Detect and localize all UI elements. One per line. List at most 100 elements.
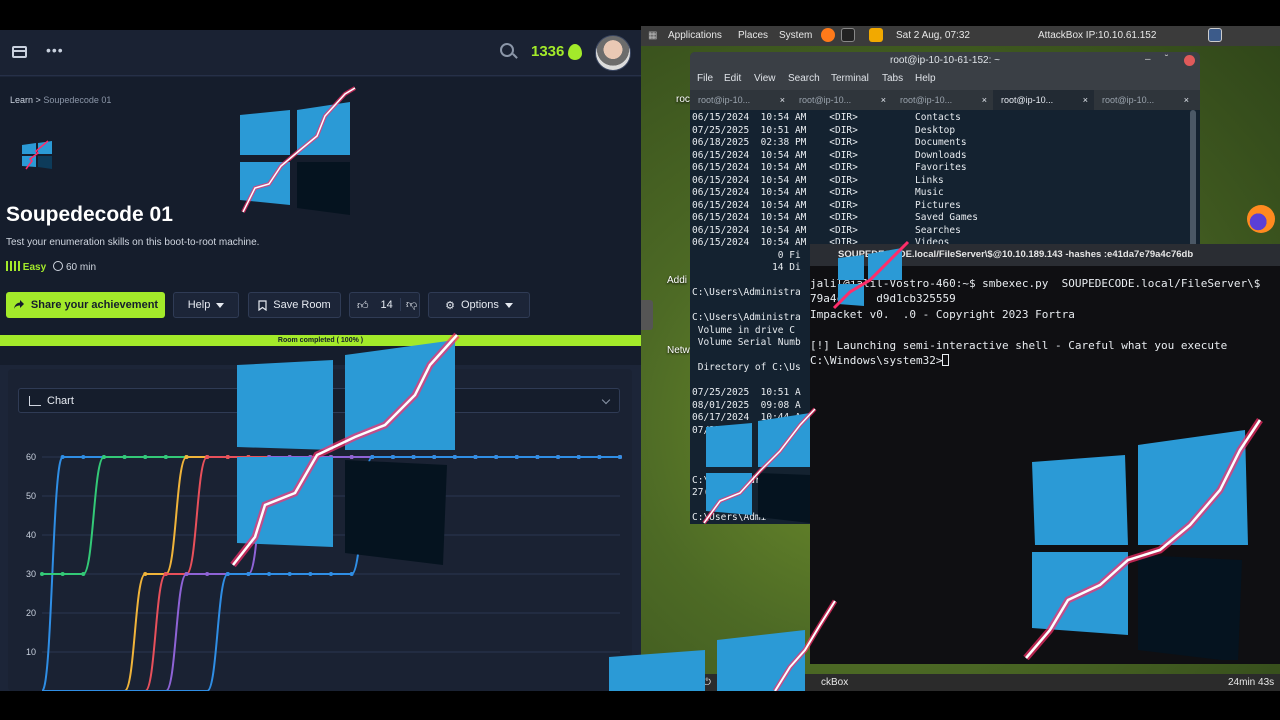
series-point [60,572,65,576]
panel-applications[interactable]: Applications [668,30,722,41]
terminal-tab[interactable]: root@ip-10... × [690,90,791,110]
help-label: Help [187,299,211,311]
series-point [81,455,86,459]
second-terminal-line: C:\Windows\system32> [810,354,950,367]
desktop-label-netw[interactable]: Netw [667,345,690,356]
window-icon[interactable] [12,46,27,58]
series-point [184,455,189,459]
series-point [329,572,333,576]
chevron-down-icon [504,302,513,308]
save-room-button[interactable]: Save Room [248,292,341,318]
series-point [40,572,44,576]
series-line [42,456,620,575]
chart-select[interactable]: Chart [18,388,620,413]
firefox-icon[interactable] [1247,205,1275,233]
menu-edit[interactable]: Edit [724,73,741,84]
maximize-icon[interactable]: ˘ [1165,54,1168,65]
terminal-line: 06/15/2024 10:54 AM <DIR> Searches [692,224,961,236]
chart-card: Chart 60 50 40 30 20 10 [8,369,632,691]
screen-icon[interactable] [1208,28,1222,42]
terminal-line: 06/17/2024 10:44 A [692,412,801,423]
site-topbar: ••• 1336 [0,30,641,76]
streak-flame-icon [568,44,582,60]
app-launcher-icon[interactable] [869,28,883,42]
y-tick-label: 10 [26,647,36,657]
terminal-launcher-icon[interactable] [841,28,855,42]
panel-places[interactable]: Places [738,30,768,41]
menu-icon[interactable]: ▦ [648,30,657,41]
points-counter: 1336 [531,43,565,60]
menu-search[interactable]: Search [788,73,820,84]
series-point [60,455,65,459]
options-label: Options [460,299,499,311]
second-terminal-title: SOUPEDECODE.local/FileServer\$@10.10.189… [810,244,1280,266]
terminal-line: Directory of C:\Us [692,362,801,373]
duration: 60 min [53,261,96,273]
menu-terminal[interactable]: Terminal [831,73,869,84]
help-button[interactable]: Help [173,292,239,318]
desktop-label-addi[interactable]: Addi [667,275,687,286]
terminal-line: 06/15/2024 10:54 AM <DIR> Favorites [692,162,967,173]
side-panel-handle[interactable] [641,300,653,330]
bookmark-icon [258,299,267,311]
series-point [163,572,168,576]
panel-attackbox-ip: AttackBox IP:10.10.61.152 [1038,30,1157,41]
tab-label: root@ip-10... [1001,95,1054,105]
terminal-line: 06/15/2024 10:54 AM <DIR> Saved Games [692,212,978,223]
search-icon[interactable] [500,43,514,57]
options-button[interactable]: ⚙ Options [428,292,530,318]
y-tick-label: 20 [26,608,36,618]
series-point [556,455,561,459]
avatar[interactable] [595,35,631,71]
minimize-icon[interactable]: – [1145,54,1151,65]
share-icon [13,300,24,309]
menu-help[interactable]: Help [915,73,936,84]
terminal-tab[interactable]: root@ip-10... × [791,90,892,110]
save-room-label: Save Room [273,299,331,311]
terminal-line: 06/15/2024 10:54 AM <DIR> Music [692,187,944,198]
menu-tabs[interactable]: Tabs [882,73,903,84]
close-tab-icon[interactable]: × [982,90,987,110]
menu-view[interactable]: View [754,73,776,84]
close-tab-icon[interactable]: × [780,90,785,110]
terminal-line: C:\Users\Adr [692,474,761,486]
room-title: Soupedecode 01 [6,203,173,226]
series-point [494,455,499,459]
power-icon[interactable]: ⏻ [703,677,711,688]
chart-icon [29,396,41,406]
chevron-down-icon [601,395,611,405]
series-point [349,455,354,459]
breadcrumb-learn[interactable]: Learn [10,95,33,105]
terminal-tab[interactable]: root@ip-10... × [892,90,993,110]
terminal-line: Volume in drive C [692,324,795,336]
difficulty-label: Easy [22,262,47,273]
panel-system[interactable]: System [779,30,812,41]
breadcrumb-separator: > [35,95,41,105]
series-point [370,455,375,459]
menu-file[interactable]: File [697,73,713,84]
difficulty-bars-icon [6,261,20,271]
series-point [184,572,189,576]
terminal-tab[interactable]: root@ip-10... × [1094,90,1195,110]
thumbs-down-icon[interactable]: 👎︎ [400,298,417,311]
series-point [308,572,313,576]
terminal-tab-active[interactable]: root@ip-10... × [993,90,1094,110]
like-button[interactable]: 👍︎ 14 👎︎ [349,292,420,318]
close-tab-icon[interactable]: × [1184,90,1189,110]
series-point [287,455,292,459]
taskbar-app[interactable]: ckBox [821,677,848,688]
tab-label: root@ip-10... [900,95,953,105]
duration-label: 60 min [66,262,97,273]
progress-label: Room completed ( 100% ) [277,337,364,344]
close-tab-icon[interactable]: × [881,90,886,110]
tab-label: root@ip-10... [698,95,751,105]
firefox-launcher-icon[interactable] [821,28,835,42]
more-dots-icon[interactable]: ••• [46,42,64,58]
y-tick-label: 40 [26,530,36,540]
close-tab-icon[interactable]: × [1083,90,1088,110]
desktop-label-roc[interactable]: roc [676,94,690,105]
series-point [287,572,292,576]
series-point [267,455,272,459]
close-icon[interactable] [1184,55,1195,66]
share-achievement-button[interactable]: Share your achievement [6,292,165,318]
